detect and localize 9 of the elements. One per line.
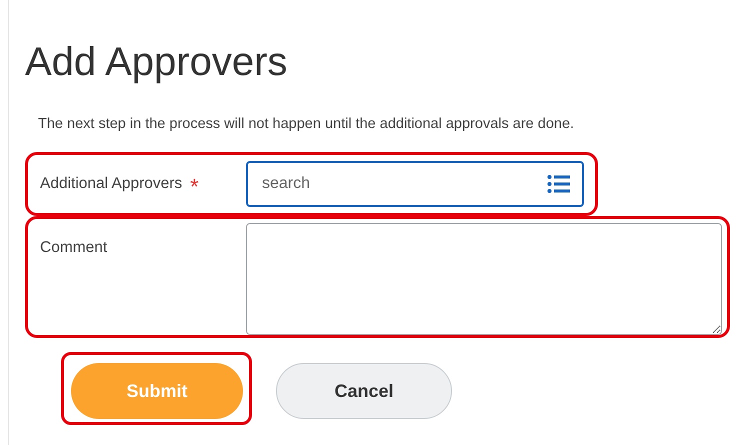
cancel-button[interactable]: Cancel bbox=[276, 363, 452, 419]
required-marker: * bbox=[190, 173, 199, 195]
description-text: The next step in the process will not happen until the additional approvals are done. bbox=[38, 116, 576, 132]
list-icon[interactable] bbox=[547, 174, 571, 194]
search-field[interactable]: search bbox=[246, 161, 584, 207]
page-title: Add Approvers bbox=[25, 39, 288, 86]
comment-field[interactable] bbox=[246, 223, 722, 335]
field-label: Comment bbox=[40, 239, 108, 257]
field-label: Additional Approvers bbox=[40, 175, 182, 193]
